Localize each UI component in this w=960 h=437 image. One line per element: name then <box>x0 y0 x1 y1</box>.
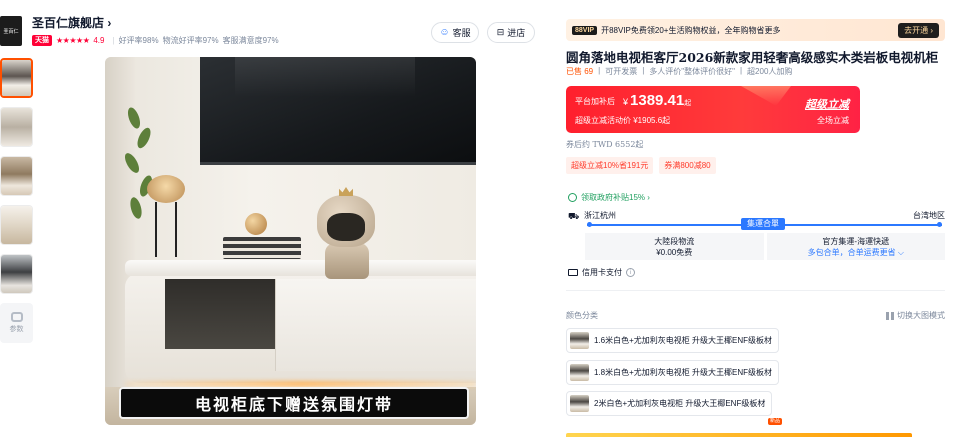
divider: | <box>739 66 743 75</box>
promo-subtitle: 全场立减 <box>817 116 849 125</box>
price-panel: 平台加补后 ¥1389.41起 超级立减活动价 ¥1905.6起 超级立减 全场… <box>566 86 860 133</box>
gov-subsidy-link[interactable]: 领取政府补贴15% › <box>568 192 650 203</box>
payment-label: 信用卡支付 <box>582 268 622 277</box>
info-icon[interactable]: i <box>626 268 635 277</box>
params-thumbnail[interactable]: 参数 <box>0 303 33 343</box>
sku-thumbnail <box>570 364 589 381</box>
vip-open-button[interactable]: 去开通 › <box>898 22 939 38</box>
coupon-1[interactable]: 超级立减10%省191元 <box>566 157 654 174</box>
color-option-label: 颜色分类 <box>566 311 598 320</box>
tmall-badge: 天猫 <box>32 34 52 46</box>
official-consolidation-title: 官方集運-海運快遞 <box>822 237 890 246</box>
thumbnail-1[interactable] <box>0 58 33 98</box>
coupon-2[interactable]: 券满800减80 <box>659 157 716 174</box>
big-image-mode-toggle[interactable]: 切换大图模式 <box>886 310 945 321</box>
thumbnail-3[interactable] <box>0 156 33 196</box>
price-value: ¥1389.41起 <box>623 92 691 109</box>
official-consolidation: 官方集運-海運快遞 多包合单，合单运费更省 ⌵ <box>766 233 946 260</box>
thumbnail-5[interactable] <box>0 254 33 294</box>
sku-option-2[interactable]: 1.8米白色+尤加利灰电视柜 升级大王椰ENF级板材 <box>566 360 780 385</box>
invoice-info: 可开发票 <box>605 67 638 76</box>
gov-subsidy-label: 领取政府补贴15% › <box>581 193 650 202</box>
sku-thumbnail <box>570 395 589 412</box>
price-suffix: 起 <box>684 100 692 107</box>
sku-label: 1.8米白色+尤加利灰电视柜 升级大王椰ENF级板材 <box>594 368 773 377</box>
review-summary[interactable]: 多人评价"整体评价很好" <box>649 66 735 77</box>
store-icon: ⊟ <box>496 27 505 37</box>
consolidation-tag: 集運合單 <box>741 218 785 230</box>
good-rate: 好评率98% <box>118 35 159 45</box>
arrow-decor <box>741 86 791 106</box>
chat-icon: ☺ <box>439 27 450 38</box>
thumbnail-4[interactable] <box>0 205 33 245</box>
sold-count: 已售 69 <box>566 67 594 76</box>
shipping-details: 大陸段物流 ¥0.00免费 官方集運-海運快遞 多包合单，合单运费更省 ⌵ <box>585 233 945 260</box>
logistics-rate: 物流好评率97% <box>162 35 219 45</box>
bottom-action-bar[interactable] <box>566 433 912 437</box>
shop-logo-text: 圣百仁 <box>3 28 19 35</box>
credit-card-icon <box>568 269 578 276</box>
books-illustration <box>223 237 301 259</box>
leaf-icon <box>568 193 577 202</box>
product-title: 圆角落地电视柜客厅2026新款家用轻奢高级感实木类岩板电视机柜 <box>566 50 939 65</box>
sku-label: 2米白色+尤加利灰电视柜 升级大王椰ENF级板材 <box>594 399 766 408</box>
divider: | <box>112 35 115 45</box>
enter-shop-button[interactable]: ⊟ 进店 <box>487 22 535 43</box>
vip-text: 开88VIP免费领20+生活购物权益，全年购物省更多 <box>601 25 781 35</box>
customer-service-button[interactable]: ☺ 客服 <box>431 22 479 43</box>
vip-banner: 88VIP 开88VIP免费领20+生活购物权益，全年购物省更多 去开通 › <box>566 19 945 41</box>
section-divider <box>566 290 945 291</box>
currency-symbol: ¥ <box>623 97 629 107</box>
coupon-list: 超级立减10%省191元 券满800减80 <box>566 157 716 174</box>
vip-tag: 88VIP <box>572 25 598 35</box>
mainland-logistics: 大陸段物流 ¥0.00免费 <box>585 233 764 260</box>
lamp-illustration <box>147 175 185 203</box>
grid-icon <box>886 311 894 320</box>
divider: | <box>598 66 601 75</box>
consolidation-more-link[interactable]: 多包合单，合单运费更省 ⌵ <box>767 247 946 258</box>
promo-title[interactable]: 超级立减 <box>805 96 849 112</box>
price-number: 1389.41 <box>630 92 685 109</box>
main-product-image[interactable]: 电视柜底下赠送氛围灯带 <box>105 57 476 425</box>
shop-rating-row: 天猫 ★★★★★ 4.9 | 好评率98% 物流好评率97% 客服满意度97% <box>32 34 279 46</box>
cat-statue <box>317 187 375 279</box>
shop-score: 4.9 <box>93 35 105 45</box>
new-badge: 新品 <box>768 418 783 425</box>
customer-service-label: 客服 <box>452 28 471 38</box>
planet-decor <box>245 213 267 235</box>
star-rating-icon: ★★★★★ <box>56 35 90 45</box>
price-label: 平台加补后 <box>575 97 615 106</box>
big-image-mode-label: 切换大图模式 <box>897 311 945 320</box>
params-label: 参数 <box>9 326 24 333</box>
mainland-logistics-title: 大陸段物流 <box>654 237 695 246</box>
image-caption: 电视柜底下赠送氛围灯带 <box>119 387 469 419</box>
enter-shop-label: 进店 <box>507 28 526 38</box>
sku-option-3[interactable]: 2米白色+尤加利灰电视柜 升级大王椰ENF级板材 <box>566 391 773 416</box>
shop-name-link[interactable]: 圣百仁旗舰店 › <box>32 14 111 31</box>
thumbnail-2[interactable] <box>0 107 33 147</box>
sku-option-1[interactable]: 1.6米白色+尤加利灰电视柜 升级大王椰ENF级板材 <box>566 328 780 353</box>
payment-row: 信用卡支付 i <box>568 267 635 278</box>
sku-label: 1.6米白色+尤加利灰电视柜 升级大王椰ENF级板材 <box>594 336 773 345</box>
sku-thumbnail <box>570 332 589 349</box>
activity-price: 超级立减活动价 ¥1905.6起 <box>575 116 671 125</box>
shop-logo[interactable]: 圣百仁 <box>0 16 22 46</box>
mainland-logistics-fee: ¥0.00免费 <box>656 248 693 257</box>
product-meta: 已售 69 | 可开发票 | 多人评价"整体评价很好" | 超200人加购 <box>566 66 792 77</box>
ship-from: 浙江杭州 <box>584 211 616 220</box>
params-icon <box>10 312 23 322</box>
plant-illustration <box>122 97 157 247</box>
ship-to[interactable]: 台湾地区 <box>913 210 945 221</box>
service-rate: 客服满意度97% <box>222 35 279 45</box>
truck-icon: ⛟ <box>568 211 580 221</box>
thumbnail-list: 参数 <box>0 58 33 343</box>
after-coupon-price: 券后约 TWD 6552起 <box>566 140 644 149</box>
divider: | <box>642 66 645 75</box>
cart-count: 超200人加购 <box>747 67 793 76</box>
